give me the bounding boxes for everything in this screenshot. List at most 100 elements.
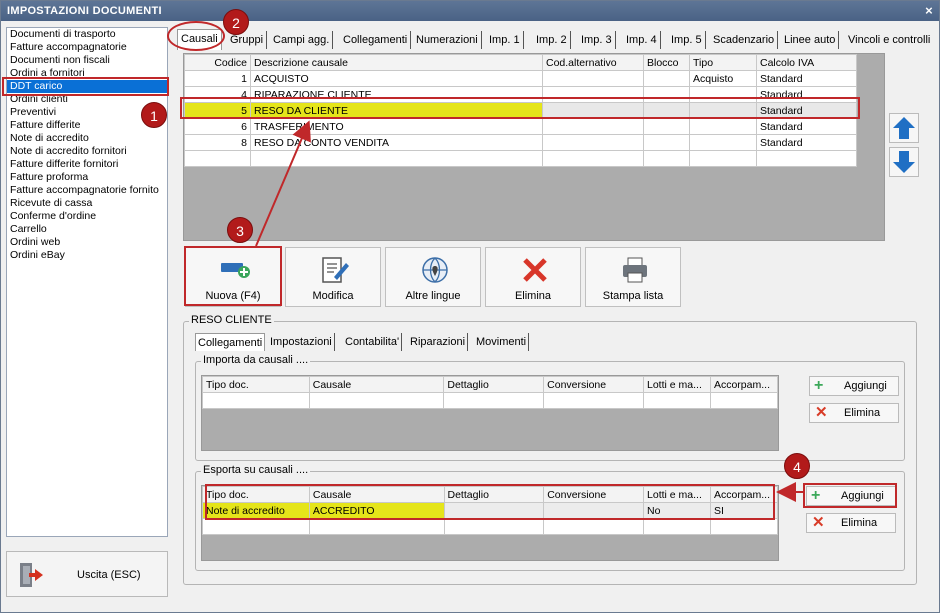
import-remove-button[interactable]: ✕ Elimina — [809, 403, 899, 423]
cell-codice: 1 — [184, 70, 251, 87]
tab-vincoli-e-controlli[interactable]: Vincoli e controlli — [845, 31, 933, 49]
column-header[interactable]: Conversione — [543, 486, 645, 503]
export-grid[interactable]: Tipo doc. Causale Dettaglio Conversione … — [201, 485, 779, 561]
table-row[interactable]: 1 ACQUISTO Acquisto Standard — [184, 70, 857, 87]
column-header[interactable]: Tipo doc. — [202, 486, 310, 503]
tab-imp-2[interactable]: Imp. 2 — [533, 31, 571, 49]
table-row-empty[interactable] — [184, 150, 857, 167]
tab-imp-3[interactable]: Imp. 3 — [578, 31, 616, 49]
column-header[interactable]: Causale — [308, 376, 445, 393]
cell-blocco — [643, 70, 690, 87]
table-row[interactable]: 8 RESO DA CONTO VENDITA Standard — [184, 134, 857, 151]
table-row-empty[interactable] — [202, 392, 779, 409]
list-item[interactable]: Ordini clienti — [7, 93, 167, 106]
column-header[interactable]: Accorpam... — [709, 376, 779, 393]
tab-imp-5[interactable]: Imp. 5 — [668, 31, 706, 49]
other-languages-button[interactable]: Altre lingue — [385, 247, 481, 307]
column-header[interactable]: Dettaglio — [443, 486, 545, 503]
tab-causali[interactable]: Causali — [177, 29, 222, 50]
cell-causale: ACCREDITO — [308, 502, 445, 519]
cell-blocco — [643, 102, 690, 119]
table-row[interactable]: 4 RIPARAZIONE CLIENTE Standard — [184, 86, 857, 103]
tab-detail-contabilita[interactable]: Contabilita' — [343, 333, 403, 351]
cell-blocco — [643, 134, 690, 151]
table-row[interactable]: 6 TRASFERIMENTO Standard — [184, 118, 857, 135]
document-type-list[interactable]: Documenti di trasporto Fatture accompagn… — [6, 27, 168, 537]
list-item[interactable]: Ordini a fornitori — [7, 67, 167, 80]
cell-iva: Standard — [756, 70, 857, 87]
column-header[interactable]: Dettaglio — [443, 376, 545, 393]
tab-campi-agg[interactable]: Campi agg. — [270, 31, 334, 49]
cell-iva: Standard — [756, 118, 857, 135]
tab-numerazioni[interactable]: Numerazioni — [413, 31, 482, 49]
exit-label: Uscita (ESC) — [77, 569, 141, 581]
column-header[interactable]: Causale — [308, 486, 445, 503]
column-header[interactable]: Conversione — [543, 376, 644, 393]
cell-tipo — [689, 86, 757, 103]
list-item[interactable]: Ricevute di cassa — [7, 197, 167, 210]
column-header[interactable]: Descrizione causale — [250, 54, 543, 71]
tab-detail-movimenti[interactable]: Movimenti — [474, 333, 530, 351]
step-badge-4: 4 — [784, 453, 810, 479]
cell-blocco — [643, 86, 690, 103]
table-row-empty[interactable] — [202, 518, 779, 535]
column-header[interactable]: Calcolo IVA — [756, 54, 857, 71]
import-grid[interactable]: Tipo doc. Causale Dettaglio Conversione … — [201, 375, 779, 451]
window-title: IMPOSTAZIONI DOCUMENTI — [7, 5, 162, 17]
cell-codice: 6 — [184, 118, 251, 135]
print-list-button[interactable]: Stampa lista — [585, 247, 681, 307]
delete-x-icon — [523, 258, 547, 282]
import-add-button[interactable]: + Aggiungi — [809, 376, 899, 396]
cell-tipo: Acquisto — [689, 70, 757, 87]
column-header[interactable]: Blocco — [643, 54, 690, 71]
delete-x-icon: ✕ — [815, 404, 828, 421]
cell-cod-alt — [542, 70, 644, 87]
list-item-selected[interactable]: DDT carico — [7, 80, 167, 93]
export-remove-button[interactable]: ✕ Elimina — [806, 513, 896, 533]
cell-codice: 4 — [184, 86, 251, 103]
tab-imp-4[interactable]: Imp. 4 — [623, 31, 661, 49]
close-icon[interactable]: × — [925, 1, 933, 21]
move-up-button[interactable] — [889, 113, 919, 143]
delete-button[interactable]: Elimina — [485, 247, 581, 307]
column-header[interactable]: Tipo doc. — [202, 376, 310, 393]
list-item[interactable]: Fatture accompagnatorie — [7, 41, 167, 54]
list-item[interactable]: Documenti non fiscali — [7, 54, 167, 67]
column-header[interactable]: Lotti e ma... — [643, 376, 711, 393]
exit-button[interactable]: Uscita (ESC) — [6, 551, 168, 597]
tab-linee-auto[interactable]: Linee auto — [781, 31, 840, 49]
export-group-title: Esporta su causali .... — [201, 464, 311, 476]
list-item[interactable]: Fatture accompagnatorie fornito — [7, 184, 167, 197]
tab-detail-riparazioni[interactable]: Riparazioni — [408, 333, 469, 351]
column-header[interactable]: Tipo — [689, 54, 757, 71]
list-item[interactable]: Documenti di trasporto — [7, 28, 167, 41]
printer-icon — [623, 257, 647, 283]
tab-detail-collegamenti[interactable]: Collegamenti — [195, 333, 266, 351]
list-item[interactable]: Carrello — [7, 223, 167, 236]
edit-button[interactable]: Modifica — [285, 247, 381, 307]
tab-imp-1[interactable]: Imp. 1 — [486, 31, 524, 49]
export-add-button[interactable]: + Aggiungi — [806, 486, 896, 506]
new-button[interactable]: Nuova (F4) — [185, 247, 281, 307]
column-header[interactable]: Cod.alternativo — [542, 54, 644, 71]
causali-grid[interactable]: Codice Descrizione causale Cod.alternati… — [183, 53, 885, 241]
table-row-selected[interactable]: 5 RESO DA CLIENTE Standard — [184, 102, 857, 119]
column-header[interactable]: Accorpam... — [709, 486, 779, 503]
list-item[interactable]: Ordini eBay — [7, 249, 167, 262]
cell-iva: Standard — [756, 86, 857, 103]
list-item[interactable]: Ordini web — [7, 236, 167, 249]
tab-scadenzario[interactable]: Scadenzario — [710, 31, 779, 49]
list-item[interactable]: Conferme d'ordine — [7, 210, 167, 223]
import-group-title: Importa da causali .... — [201, 354, 311, 366]
table-row[interactable]: Note di accredito ACCREDITO No SI — [202, 502, 779, 519]
tab-detail-impostazioni[interactable]: Impostazioni — [268, 333, 335, 351]
move-down-button[interactable] — [889, 147, 919, 177]
column-header[interactable]: Codice — [184, 54, 251, 71]
tab-collegamenti[interactable]: Collegamenti — [340, 31, 412, 49]
list-item[interactable]: Fatture proforma — [7, 171, 167, 184]
column-header[interactable]: Lotti e ma... — [643, 486, 711, 503]
list-item[interactable]: Fatture differite fornitori — [7, 158, 167, 171]
list-item[interactable]: Note di accredito — [7, 132, 167, 145]
list-item[interactable]: Note di accredito fornitori — [7, 145, 167, 158]
export-add-label: Aggiungi — [841, 490, 884, 502]
